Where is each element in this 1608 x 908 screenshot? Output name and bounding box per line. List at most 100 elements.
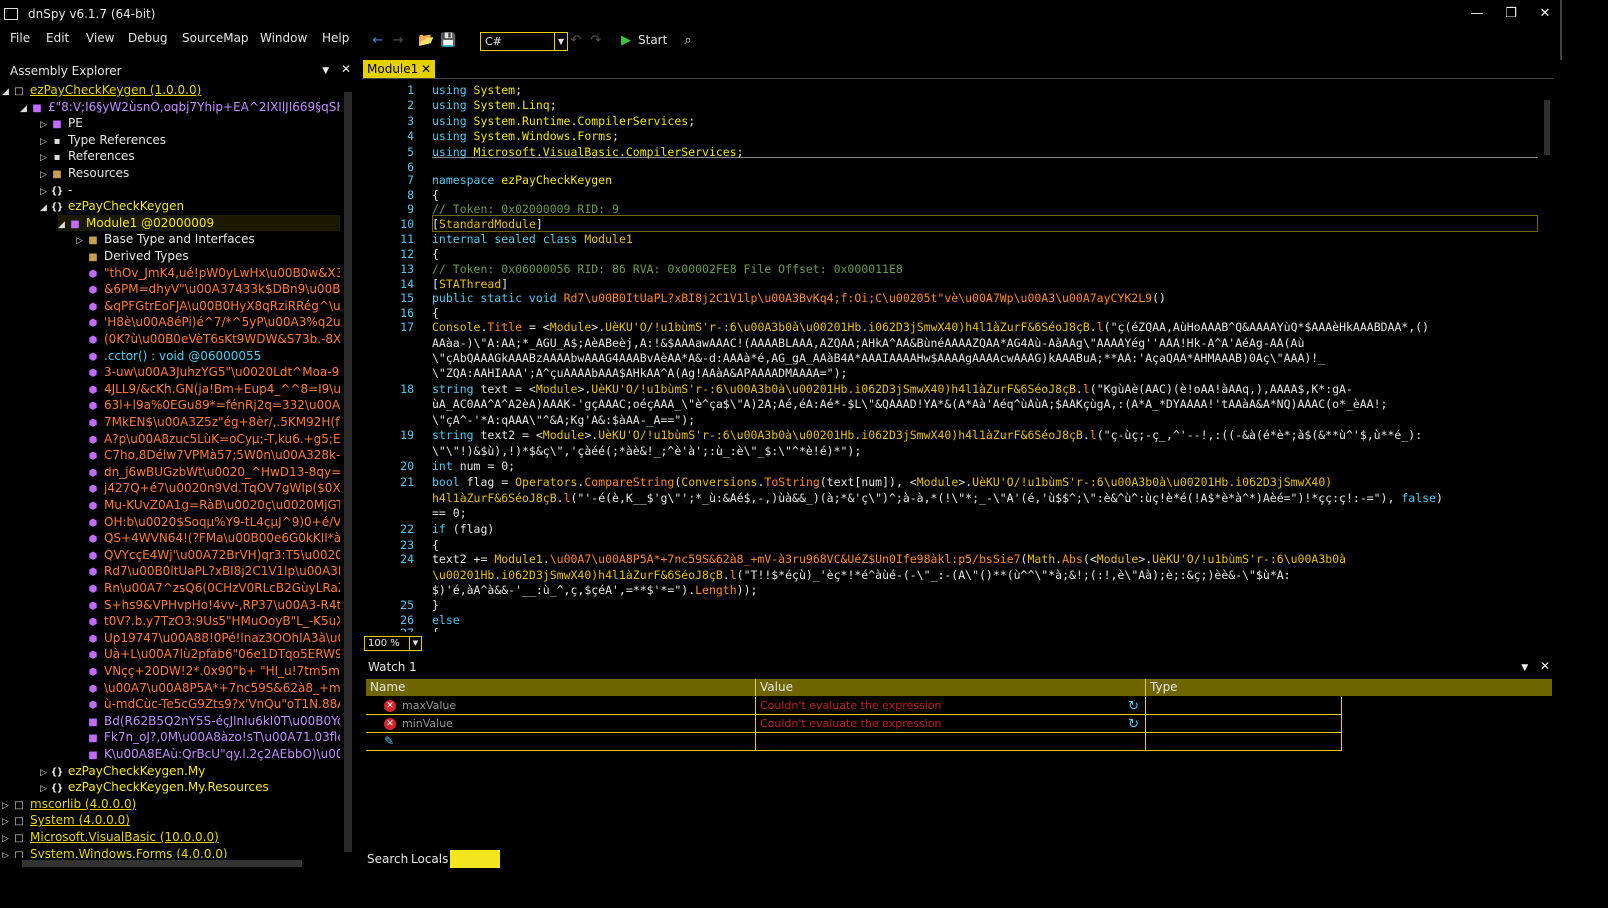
pencil-icon[interactable]: ✎ (384, 734, 394, 748)
tree-node[interactable]: ⬢ 4JLL9/&cKh.GN(ja!Bm+Eup4_^^8=I9\u00B (76, 381, 340, 397)
expand-arrow-icon[interactable]: ▷ (40, 781, 50, 797)
expand-arrow-icon[interactable]: ▷ (2, 831, 12, 847)
tree-node[interactable]: ⬢ (0K?ù\u00B0eVèT6sKt9WDW&S73b.-8X7o0 (76, 331, 340, 347)
tree-node[interactable]: ⬢ Rd7\u00B0ltUaPL?xBI8j2C1V1lp\u00A3BvKc (76, 563, 340, 579)
tree-node[interactable]: ⬢ QVYcçE4Wj'\u00A72BrVH)qr3:T5\u00209:2K (76, 547, 340, 563)
tree-node[interactable]: ▷ □ mscorlib (4.0.0.0) (2, 796, 136, 812)
tree-node[interactable]: ▷ □ System (4.0.0.0) (2, 812, 130, 828)
menu-file[interactable]: File (10, 31, 30, 45)
expand-arrow-icon[interactable]: ▷ (40, 134, 50, 150)
tree-node[interactable]: ⬢ Uà+L\u00A7lù2pfab6"06e1DTqo5ERW9:TE\ (76, 646, 340, 662)
pin-dropdown-icon[interactable]: ▼ (322, 66, 329, 76)
tree-node[interactable]: ⬢ "thOv_JmK4,ué!pW0yLwHx\u00B0w&X3D8 (76, 265, 340, 281)
back-arrow-icon[interactable]: ← (370, 33, 386, 49)
tab-locals[interactable]: Locals (411, 850, 448, 868)
watch-row[interactable]: ✕ maxValue Couldn't evaluate the expressi… (366, 697, 1342, 715)
expand-arrow-icon[interactable]: ▷ (40, 184, 50, 200)
menu-help[interactable]: Help (322, 31, 349, 45)
tree-node[interactable]: ▷ ▪ References (40, 148, 135, 164)
tree-horizontal-scrollbar[interactable] (8, 856, 338, 870)
zoom-select[interactable]: 100 % ▼ (364, 636, 422, 651)
tree-node[interactable]: ⬢ ù-mdCùc-Te5cG9Zts9?x'VnQu"oT1N.88AH (76, 696, 340, 712)
forward-arrow-icon[interactable]: → (390, 33, 406, 49)
tree-node[interactable]: ▷ ▪ Type References (40, 132, 166, 148)
menu-sourcemap[interactable]: SourceMap (182, 31, 249, 45)
close-window-button[interactable]: ✕ (1534, 4, 1556, 24)
pin-dropdown-icon[interactable]: ▼ (1521, 663, 1528, 673)
menu-window[interactable]: Window (260, 31, 307, 45)
tree-node[interactable]: ⬢ t0V?.b.y7TzO3:9Us5"HMuOoyB"L_-K5uXuX (76, 613, 340, 629)
tree-node[interactable]: ⬢ \u00A7\u00A8P5A*+7nc59S&62à8_+mV-à3 (76, 680, 340, 696)
chevron-down-icon[interactable]: ▼ (409, 637, 421, 650)
tree-node[interactable]: ⬢ A?p\u00A8zuc5LùK=oCyµ;-T,ku6.+g5;EDrs (76, 431, 340, 447)
tree-node[interactable]: ⬢ &6PM=dhyV"\u00A37433k$DBn9\u00B0/4c (76, 281, 340, 297)
expand-arrow-icon[interactable]: ◢ (40, 200, 50, 216)
tree-node[interactable]: ■ Derived Types (76, 248, 188, 264)
tree-node[interactable]: ⬢ dn_j6wBUGzbWt\u0020_^HwD13-8qy=jeu= (76, 464, 340, 480)
tree-node[interactable]: ▷{} ezPayCheckKeygen.My.Resources (40, 779, 269, 795)
tree-node[interactable]: ⬢ 'H8è\u00A8éPi)é^7/*^5yP\u00A3%q2uT% (76, 314, 340, 330)
tree-node[interactable]: ⬢ OH:b\u0020$Soqµ%Y9-tL4çµJ^9)0+é/V76't (76, 514, 340, 530)
tab-module1[interactable]: Module1 ✕ (363, 60, 435, 79)
tab-search[interactable]: Search (367, 850, 408, 868)
tree-node[interactable]: ⬢ C7ho,8Délw7VPMà57;5W0n\u00A328k-B6g (76, 447, 340, 463)
tree-node[interactable]: ⬢ Rn\u00A7^zsQ6(0CHzV0RLcB2GùyLRaZ?+a (76, 580, 340, 596)
tree-node[interactable]: ◢ □ ezPayCheckKeygen (1.0.0.0) (2, 82, 201, 98)
watch-name-cell[interactable]: ✎ (366, 733, 756, 750)
search-icon[interactable]: ⌕ (680, 33, 696, 49)
tree-node[interactable]: ▷ ■ Base Type and Interfaces (76, 231, 255, 247)
open-folder-icon[interactable]: 📂 (418, 33, 434, 49)
tree-node[interactable]: ⬢ j427Q+é7\u0020n9Vd.TqOV7gWIp($0X&WI (76, 480, 340, 496)
play-icon[interactable]: ▶ (618, 33, 634, 49)
tree-node[interactable]: ⬢ Up19747\u00A88!0Pé!lnaz3OOhIA3à\u00A3 (76, 630, 340, 646)
tree-node[interactable]: ◢ ■ £"8:V;I6§yW2ùsnO,oqbj7Yhip+EA^2IXIlJI6… (20, 99, 340, 115)
code-editor[interactable]: 1 using System; 2 using System.Linq; 3 using … (362, 80, 1542, 632)
menu-debug[interactable]: Debug (128, 31, 167, 45)
tree-node[interactable]: ▷ ■ Resources (40, 165, 129, 181)
tree-vertical-scrollbar[interactable] (342, 82, 354, 858)
tree-node[interactable]: ⬢ VNçç+20DW!2*.0x90"b+ "HI_u!7tm5mcoH9 (76, 663, 340, 679)
tree-node[interactable]: ▷ ■ PE (40, 115, 83, 131)
language-select[interactable]: C# ▼ (480, 32, 568, 51)
expand-arrow-icon[interactable]: ▷ (40, 167, 50, 183)
tree-node[interactable]: ▷ □ Microsoft.VisualBasic (10.0.0.0) (2, 829, 219, 845)
tree-node[interactable]: ⬢ 7MkEN$\u00A3Z5z"ég+8èr/,.5KM92H(flOe_ (76, 414, 340, 430)
expand-arrow-icon[interactable]: ◢ (58, 217, 68, 233)
tree-node[interactable]: ■ Fk7n_oJ?,0M\u00A8àzo!sT\u00A71.03flèmL (76, 729, 340, 745)
menu-edit[interactable]: Edit (46, 31, 69, 45)
expand-arrow-icon[interactable]: ▷ (40, 150, 50, 166)
tab-watch-active[interactable] (450, 850, 500, 868)
expand-arrow-icon[interactable]: ◢ (20, 101, 30, 117)
tree-node[interactable]: ⬢ Mu-KUvZ0A1g=RàB\u0020ç\u0020MjGT&\ (76, 497, 340, 513)
tree-node[interactable]: ◢{} ezPayCheckKeygen (40, 198, 184, 214)
expand-arrow-icon[interactable]: ▷ (76, 233, 86, 249)
tree-node[interactable]: ▷{} - (40, 182, 72, 198)
tree-node[interactable]: ■ Bd(R62B5Q2nY5S-éçJlnIu6kI0T\u00B0Yo\u0 (76, 713, 340, 729)
tree-node[interactable]: ⬢ .cctor() : void @06000055 (76, 348, 262, 364)
expand-arrow-icon[interactable]: ▷ (40, 765, 50, 781)
close-panel-icon[interactable]: ✕ (1540, 659, 1550, 673)
column-header-value[interactable]: Value (756, 679, 1146, 696)
minimize-button[interactable]: — (1466, 4, 1488, 24)
editor-vertical-scrollbar[interactable] (1541, 80, 1553, 632)
tree-node[interactable]: ■ K\u00A8EAù:QrBcU"qy.l.2ç2AEbbO)\u00A3 (76, 746, 340, 762)
menu-view[interactable]: View (86, 31, 114, 45)
expand-arrow-icon[interactable]: ◢ (2, 84, 12, 100)
watch-row[interactable]: ✕ minValue Couldn't evaluate the expressi… (366, 715, 1342, 733)
refresh-icon[interactable]: ↻ (1128, 698, 1139, 715)
maximize-button[interactable]: ❐ (1500, 4, 1522, 24)
close-panel-icon[interactable]: ✕ (341, 62, 351, 76)
expand-arrow-icon[interactable]: ▷ (2, 798, 12, 814)
column-header-name[interactable]: Name (366, 679, 756, 696)
expand-arrow-icon[interactable]: ▷ (40, 117, 50, 133)
undo-icon[interactable]: ↶ (568, 33, 584, 49)
start-button[interactable]: Start (638, 33, 667, 47)
chevron-down-icon[interactable]: ▼ (554, 33, 567, 50)
watch-new-row[interactable]: ✎ (366, 733, 1342, 751)
tree-node[interactable]: ⬢ QS+4WVN64!(?FMa\u00B00e6G0kKII*àXfCEV (76, 530, 340, 546)
close-tab-icon[interactable]: ✕ (421, 60, 431, 79)
tree-node[interactable]: ⬢ &qPFGtrEoFJA\u00B0HyX8qRziRRég^\u00 (76, 298, 340, 314)
expand-arrow-icon[interactable]: ▷ (2, 814, 12, 830)
refresh-icon[interactable]: ↻ (1128, 716, 1139, 733)
save-icon[interactable]: 💾 (440, 33, 456, 49)
